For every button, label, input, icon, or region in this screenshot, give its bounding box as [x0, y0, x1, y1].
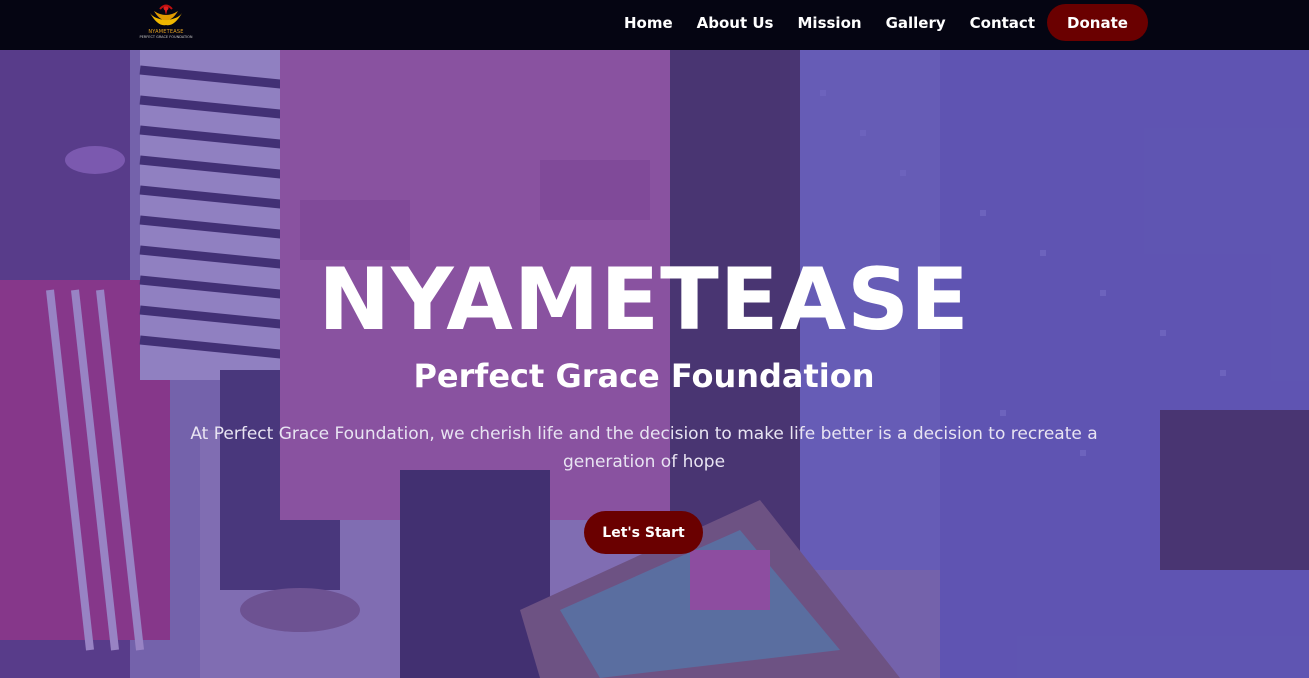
nav-item-mission[interactable]: Mission [798, 14, 862, 32]
nav-item-gallery[interactable]: Gallery [886, 14, 946, 32]
logo-hands-icon [150, 4, 182, 26]
nav-item-home[interactable]: Home [624, 14, 673, 32]
nav-item-about-us[interactable]: About Us [697, 14, 774, 32]
nav-item-contact[interactable]: Contact [970, 14, 1035, 32]
navbar: NYAMETEASE PERFECT GRACE FOUNDATION Home… [0, 0, 1309, 50]
page: NYAMETEASE PERFECT GRACE FOUNDATION Home… [0, 0, 1309, 678]
logo-tagline: PERFECT GRACE FOUNDATION [139, 35, 193, 39]
logo[interactable]: NYAMETEASE PERFECT GRACE FOUNDATION [138, 3, 194, 43]
hero-content: NYAMETEASE Perfect Grace Foundation At P… [0, 50, 1309, 678]
lets-start-button[interactable]: Let's Start [584, 511, 703, 554]
hero-description: At Perfect Grace Foundation, we cherish … [190, 424, 1098, 472]
nav-links: Home About Us Mission Gallery Contact [624, 0, 1035, 46]
hero-title: NYAMETEASE [318, 250, 970, 350]
hero-subtitle: Perfect Grace Foundation [413, 357, 875, 395]
hero-section: NYAMETEASE Perfect Grace Foundation At P… [0, 50, 1309, 678]
donate-button[interactable]: Donate [1047, 4, 1148, 41]
